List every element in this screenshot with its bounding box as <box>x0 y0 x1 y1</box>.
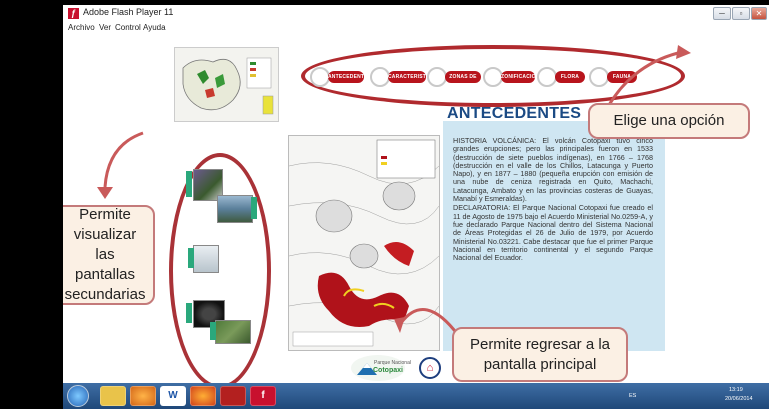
flash-stage: ANTECEDENTES CARACTERISTICAS ZONAS DE VI… <box>63 35 769 389</box>
logo-title: Cotopaxi <box>373 367 403 374</box>
maximize-button[interactable]: ▫ <box>732 7 750 20</box>
explorer-icon[interactable] <box>100 386 126 406</box>
menu-ayuda[interactable]: Ayuda <box>143 23 166 32</box>
annotation-arrows <box>97 45 691 336</box>
windows-taskbar: W f ES 13:19 20/06/2014 <box>63 383 769 409</box>
window-title: Adobe Flash Player 11 <box>83 7 174 17</box>
language-indicator[interactable]: ES <box>629 393 636 399</box>
callout-secondary-screens: Permite visualizar las pantallas secunda… <box>63 205 155 305</box>
minimize-button[interactable]: ─ <box>713 7 731 20</box>
close-button[interactable]: ✕ <box>751 7 767 20</box>
flash-player-window: ƒ Adobe Flash Player 11 ─ ▫ ✕ Archivo Ve… <box>63 5 769 409</box>
title-bar: ƒ Adobe Flash Player 11 ─ ▫ ✕ <box>63 5 769 21</box>
clock-date[interactable]: 20/06/2014 <box>725 396 753 402</box>
media-player-icon[interactable] <box>130 386 156 406</box>
logo-subtitle: Parque Nacional <box>374 360 411 366</box>
callout-home: Permite regresar a la pantalla principal <box>452 327 628 382</box>
flash-app-icon: ƒ <box>68 8 79 19</box>
menu-control[interactable]: Control <box>115 23 141 32</box>
menu-ver[interactable]: Ver <box>99 23 111 32</box>
firefox-icon[interactable] <box>190 386 216 406</box>
menu-archivo[interactable]: Archivo <box>68 23 95 32</box>
clock-time[interactable]: 13:19 <box>729 387 743 393</box>
word-icon[interactable]: W <box>160 386 186 406</box>
menu-bar: Archivo Ver Control Ayuda <box>63 22 769 35</box>
callout-choose-option: Elige una opción <box>588 103 750 139</box>
start-button-icon[interactable] <box>67 385 89 407</box>
home-button[interactable]: ⌂ <box>419 357 441 379</box>
flash-icon[interactable]: f <box>250 386 276 406</box>
acrobat-icon[interactable] <box>220 386 246 406</box>
